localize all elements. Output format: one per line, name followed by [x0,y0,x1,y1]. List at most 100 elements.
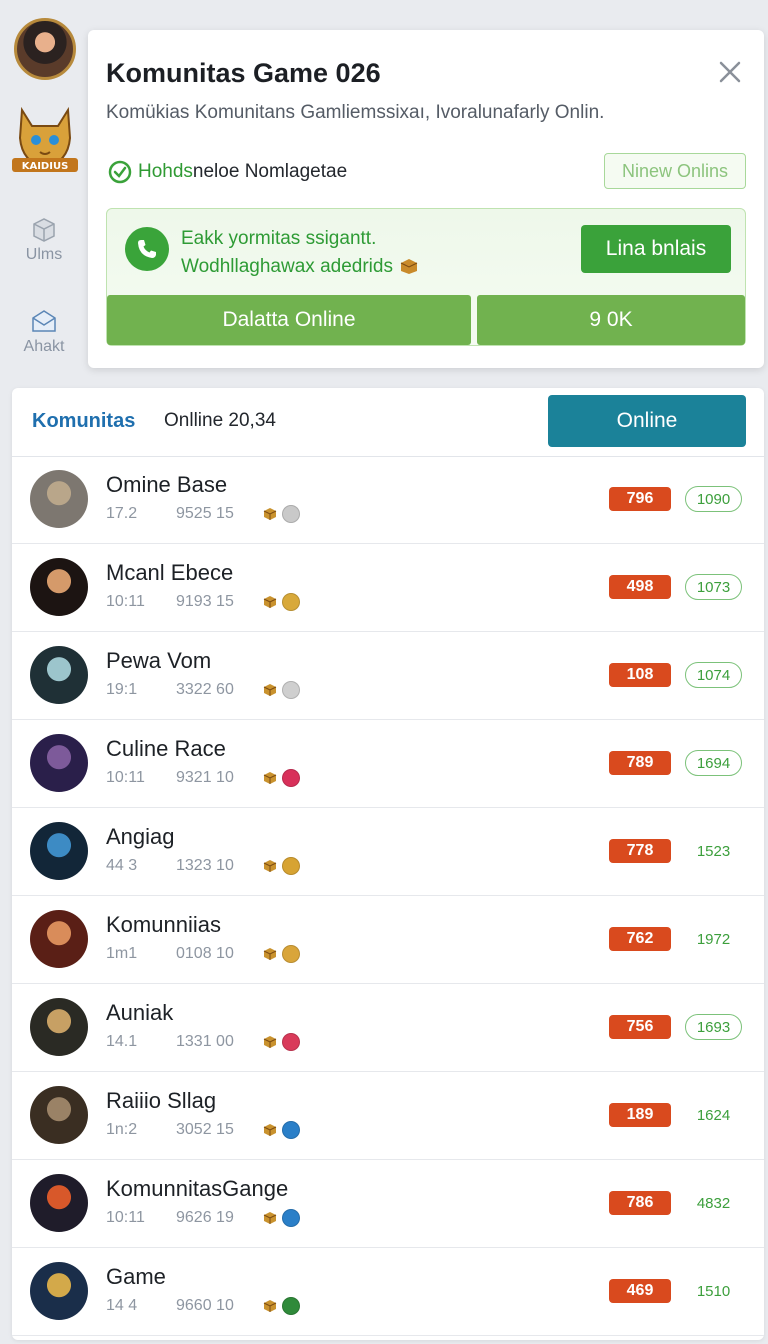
close-icon[interactable] [714,56,746,88]
online-button[interactable]: Online [548,395,746,447]
member-points: 9626 19 [176,1209,234,1226]
score-badge: 108 [609,663,671,687]
member-name: Angiag [106,824,175,849]
phone-icon [125,227,169,271]
avatar [30,470,88,528]
avatar [30,734,88,792]
view-online-button[interactable]: Ninew Onlins [604,153,746,189]
treasure-icon [263,860,277,872]
member-points: 0108 10 [176,945,234,962]
treasure-icon [263,684,277,696]
badge-icon [282,505,300,523]
member-time: 10:11 [106,1209,145,1226]
member-name: Game [106,1264,166,1289]
member-meta: 17.2 9525 15 [106,505,300,523]
member-time: 10:11 [106,593,145,610]
list-item[interactable]: Culine Race 10:11 9321 10 789 1694 [12,720,764,808]
member-time: 14 4 [106,1297,138,1314]
member-time: 10:11 [106,769,145,786]
member-points: 9660 10 [176,1297,234,1314]
stat-pill: 1624 [696,1106,731,1124]
status-prefix: Hohds [138,161,193,182]
call-panel: Eakk yormitas ssigantt. Wodhllaghawax ad… [106,208,746,346]
score-badge: 778 [609,839,671,863]
member-name: Raiiio Sllag [106,1088,217,1113]
rail-item-label: Ahakt [23,338,65,355]
treasure-icon [263,1124,277,1136]
member-name: Komunniias [106,912,221,937]
member-time: 1m1 [106,945,138,962]
member-meta: 19:1 3322 60 [106,681,300,699]
list-item[interactable]: Angiag 44 3 1323 10 778 1523 [12,808,764,896]
rail-item-ahakt[interactable]: Ahakt [10,308,78,356]
treasure-icon [263,596,277,608]
member-meta: 1n:2 3052 15 [106,1121,300,1139]
member-meta: 14.1 1331 00 [106,1033,300,1051]
member-points: 3322 60 [176,681,234,698]
member-points: 3052 15 [176,1121,234,1138]
envelope-icon [32,310,56,332]
badge-icon [282,857,300,875]
rail-item-label: Ulms [25,246,63,263]
count-button[interactable]: 9 0K [477,295,745,345]
badge-icon [282,1297,300,1315]
game-logo-icon: KAIDIUS [12,106,78,172]
member-meta: 1m1 0108 10 [106,945,300,963]
badge-icon [282,1209,300,1227]
community-popup: Komunitas Game 026 Komükias Komunitans G… [88,30,764,368]
join-button[interactable]: Lina bnlais [581,225,731,273]
member-points: 1331 00 [176,1033,234,1050]
badge-icon [282,945,300,963]
list-item[interactable]: Mcanl Ebece 10:11 9193 15 498 1073 [12,544,764,632]
treasure-icon [401,259,418,274]
call-line-2: Wodhllaghawax adedrids [181,253,420,281]
user-avatar[interactable] [14,18,76,80]
avatar [30,1086,88,1144]
stat-pill: 1074 [685,662,742,688]
panel-title: Komunitas [32,410,136,432]
stat-pill: 1972 [696,930,731,948]
treasure-icon [263,1300,277,1312]
member-time: 17.2 [106,505,138,522]
member-points: 9321 10 [176,769,234,786]
stat-pill: 1090 [685,486,742,512]
treasure-icon [263,508,277,520]
data-online-button[interactable]: Dalatta Online [107,295,471,345]
list-item[interactable]: Pewa Vom 19:1 3322 60 108 1074 [12,632,764,720]
badge-icon [282,1121,300,1139]
status-text: neloe Nomlagetae [192,161,348,182]
member-points: 1323 10 [176,857,234,874]
treasure-icon [263,1036,277,1048]
avatar [30,1262,88,1320]
treasure-icon [263,948,277,960]
left-rail: KAIDIUS Ulms Ahakt [0,0,88,380]
score-badge: 756 [609,1015,671,1039]
avatar [30,910,88,968]
rail-item-ulms[interactable]: Ulms [10,216,78,264]
member-name: Culine Race [106,736,226,761]
list-item[interactable]: Komunniias 1m1 0108 10 762 1972 [12,896,764,984]
panel-header: Komunitas Onlline 20,34 Online [12,388,764,457]
member-time: 44 3 [106,857,138,874]
member-name: Omine Base [106,472,228,497]
popup-description: Komükias Komunitans Gamliemssixaı, Ivora… [106,102,605,123]
popup-title: Komunitas Game 026 [106,58,381,88]
badge-icon [282,681,300,699]
member-name: KomunnitasGange [106,1176,289,1201]
avatar [30,646,88,704]
member-points: 9525 15 [176,505,234,522]
avatar [30,1174,88,1232]
list-item[interactable]: Omine Base 17.2 9525 15 796 1090 [12,456,764,544]
badge-icon [282,769,300,787]
score-badge: 469 [609,1279,671,1303]
stat-pill: 4832 [696,1194,731,1212]
online-count: Onlline 20,34 [164,410,276,431]
list-item[interactable]: KomunnitasGange 10:11 9626 19 786 4832 [12,1160,764,1248]
stat-pill: 1693 [685,1014,742,1040]
member-name: Pewa Vom [106,648,212,673]
avatar [30,822,88,880]
call-text: Eakk yormitas ssigantt. Wodhllaghawax ad… [181,225,420,281]
list-item[interactable]: Game 14 4 9660 10 469 1510 [12,1248,764,1336]
list-item[interactable]: Auniak 14.1 1331 00 756 1693 [12,984,764,1072]
list-item[interactable]: Raiiio Sllag 1n:2 3052 15 189 1624 [12,1072,764,1160]
